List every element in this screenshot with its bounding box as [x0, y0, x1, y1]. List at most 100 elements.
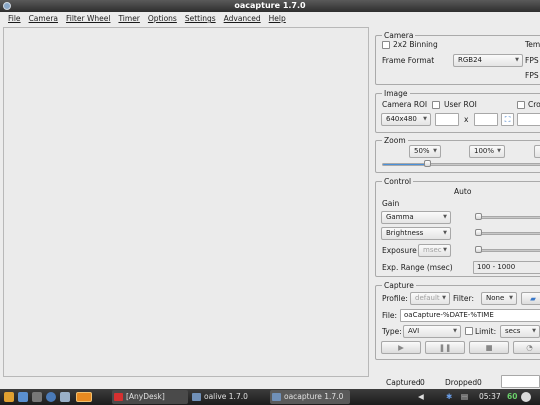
exp-range-select[interactable]: 100 - 1000 [473, 261, 540, 274]
chevron-down-icon: ▼ [423, 116, 427, 122]
image-group: Image Camera ROI User ROI Crop 640x480 ▼… [375, 89, 540, 133]
control-group-title: Control [382, 177, 414, 186]
zoom-select-1[interactable]: 50% ▼ [409, 145, 441, 158]
apps-icon[interactable] [60, 392, 70, 402]
gain-label: Gain [382, 199, 400, 208]
task-oacapture-label: oacapture 1.7.0 [284, 392, 344, 401]
zoom-select-2[interactable]: 100% ▼ [469, 145, 505, 158]
autorun-icon: ◔ [526, 343, 533, 352]
camera-group-title: Camera [382, 31, 416, 40]
chevron-down-icon: ▼ [443, 247, 447, 253]
filter-label: Filter: [453, 294, 474, 303]
anydesk-icon [114, 393, 123, 401]
zoom-slider-handle[interactable] [423, 160, 431, 167]
task-oacapture[interactable]: oacapture 1.7.0 [270, 390, 350, 404]
terminal-icon[interactable] [32, 392, 42, 402]
folder-icon[interactable]: ▰ [521, 292, 540, 305]
limit-checkbox[interactable] [465, 327, 473, 335]
network-icon[interactable]: ▤ [461, 389, 468, 405]
window-icon [192, 393, 201, 401]
chevron-down-icon: ▼ [443, 214, 447, 220]
desktop-icon[interactable] [76, 392, 92, 402]
exposure-slider-handle[interactable] [475, 246, 482, 253]
frame-format-select[interactable]: RGB24 ▼ [453, 54, 523, 67]
crop-field[interactable] [517, 113, 540, 126]
browser-icon[interactable] [46, 392, 56, 402]
volume-icon[interactable]: ◀ [418, 389, 424, 405]
roi-x-label: x [464, 115, 469, 124]
menu-filter-wheel[interactable]: Filter Wheel [62, 14, 114, 23]
bluetooth-icon[interactable]: ✱ [446, 389, 452, 405]
brightness-slider-handle[interactable] [475, 229, 482, 236]
crop-label: Crop [528, 100, 540, 109]
binning-checkbox[interactable] [382, 41, 390, 49]
camera-roi-label: Camera ROI [382, 100, 428, 109]
brightness-slider[interactable] [476, 232, 540, 235]
menu-options[interactable]: Options [144, 14, 181, 23]
chevron-down-icon: ▼ [443, 230, 447, 236]
limit-label: Limit: [475, 327, 497, 336]
menu-file[interactable]: File [4, 14, 25, 23]
clock[interactable]: 05:37 [479, 389, 501, 405]
capture-group-title: Capture [382, 281, 416, 290]
file-name-field[interactable]: oaCapture-%DATE-%TIME [400, 309, 540, 322]
task-oalive[interactable]: oalive 1.7.0 [190, 390, 268, 404]
menu-timer[interactable]: Timer [114, 14, 143, 23]
roi-width-field[interactable] [435, 113, 459, 126]
zoom-group-title: Zoom [382, 136, 408, 145]
chevron-down-icon: ▼ [515, 57, 519, 63]
gamma-select[interactable]: Gamma ▼ [381, 211, 451, 224]
exposure-unit-value: msec [423, 246, 442, 254]
user-roi-label: User ROI [444, 100, 477, 109]
play-icon: ▶ [398, 343, 404, 352]
zoom-group: Zoom 50% ▼ 100% ▼ [375, 136, 540, 173]
filter-select[interactable]: None ▼ [481, 292, 517, 305]
crop-checkbox[interactable] [517, 101, 525, 109]
start-capture-button[interactable]: ▶ [381, 341, 421, 354]
stop-capture-button[interactable]: ■ [469, 341, 509, 354]
zoom-value-1: 50% [414, 147, 430, 155]
capture-group: Capture Profile: default ▼ Filter: None … [375, 281, 540, 360]
fps-label-2: FPS [525, 71, 539, 80]
type-label: Type: [382, 327, 402, 336]
start-menu-icon[interactable] [4, 392, 14, 402]
pause-capture-button[interactable]: ❚❚ [425, 341, 465, 354]
limit-unit-value: secs [505, 327, 521, 335]
user-roi-checkbox[interactable] [432, 101, 440, 109]
limit-unit-select[interactable]: secs ▼ [500, 325, 540, 338]
fit-roi-icon[interactable]: ⛶ [501, 113, 514, 126]
zoom-slider-fill [383, 164, 428, 165]
type-select[interactable]: AVI ▼ [403, 325, 461, 338]
menu-help[interactable]: Help [265, 14, 290, 23]
camera-group: Camera 2x2 Binning Tem Frame Format RGB2… [375, 31, 540, 85]
filter-value: None [486, 294, 505, 302]
auto-label: Auto [454, 187, 472, 196]
roi-value: 640x480 [386, 115, 417, 123]
menu-advanced[interactable]: Advanced [220, 14, 265, 23]
zoom-slider[interactable] [382, 163, 540, 166]
menu-camera[interactable]: Camera [25, 14, 62, 23]
exposure-slider[interactable] [476, 249, 540, 252]
gamma-slider[interactable] [476, 216, 540, 219]
exposure-unit-select[interactable]: msec ▼ [418, 244, 451, 257]
app-icon [3, 2, 11, 10]
battery-level: 60 [507, 392, 518, 401]
gamma-value: Gamma [386, 213, 414, 221]
roi-height-field[interactable] [474, 113, 498, 126]
profile-value: default [415, 294, 440, 302]
file-label: File: [382, 311, 398, 320]
type-value: AVI [408, 327, 420, 335]
zoom-select-3[interactable] [534, 145, 540, 158]
task-anydesk[interactable]: [AnyDesk] [112, 390, 188, 404]
gamma-slider-handle[interactable] [475, 213, 482, 220]
profile-select[interactable]: default ▼ [410, 292, 450, 305]
power-icon[interactable] [521, 392, 531, 402]
brightness-select[interactable]: Brightness ▼ [381, 227, 451, 240]
files-icon[interactable] [18, 392, 28, 402]
fps-label-1: FPS [525, 56, 539, 65]
menu-settings[interactable]: Settings [181, 14, 220, 23]
autorun-button[interactable]: ◔ [513, 341, 540, 354]
dropped-label: Dropped [445, 378, 478, 387]
roi-select[interactable]: 640x480 ▼ [381, 113, 431, 126]
captured-value: 0 [420, 378, 425, 387]
